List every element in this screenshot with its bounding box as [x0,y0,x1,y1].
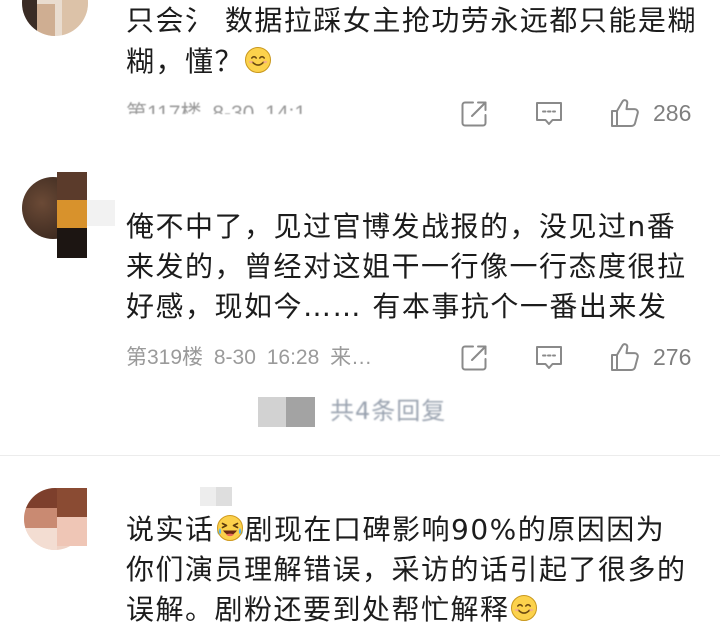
comment-meta: 第117楼 8-30 14:1 [126,101,386,114]
replies-redacted [258,397,286,427]
user-avatar[interactable] [22,0,88,36]
view-replies-label[interactable]: 共4条回复 [330,396,446,426]
comment-text-line: 只会氵 数据拉踩女主抢功劳永远都只能是糊 [126,4,697,37]
divider [0,455,720,456]
avatar-mosaic [57,228,87,258]
comment-text: 只会氵 数据拉踩女主抢功劳永远都只能是糊 糊，懂？ [126,0,720,82]
comment-text-line: 俺不中了，见过官博发战报的，没见过n番 [126,210,677,243]
comment-text: 俺不中了，见过官博发战报的，没见过n番 来发的，曾经对这姐干一行像一行态度很拉 … [126,207,720,327]
comment-text: 说实话 剧现在口碑影响90%的原因因为 你们演员理解错误，采访的话引起了很多的 误… [126,510,720,630]
share-button[interactable] [459,343,489,373]
comment-icon [534,344,564,372]
comment-floor-time: 第319楼 8-30 16:28 来… [126,346,373,369]
like-count: 276 [653,344,692,370]
smile-emoji-icon [510,594,538,622]
avatar-mosaic [57,488,87,517]
like-button[interactable]: 286 [609,97,701,129]
user-avatar[interactable] [22,172,115,258]
avatar-mosaic [57,172,87,200]
share-icon [459,343,489,373]
laugh-cry-emoji-icon [215,513,245,543]
comment-text-line: 来发的，曾经对这姐干一行像一行态度很拉 [126,250,687,283]
thumbs-up-icon [609,341,641,377]
avatar-mosaic [57,517,87,546]
username-redacted [87,200,115,226]
comment-button[interactable] [534,100,564,128]
username-redacted [200,487,232,506]
share-icon [459,99,489,129]
like-count: 286 [653,100,692,126]
avatar-mosaic [57,200,87,228]
comment-text-line: 误解。剧粉还要到处帮忙解释 [126,590,720,630]
comment-text-line: 好感，现如今…… 有本事抗个一番出来发 [126,290,668,323]
comment-text-segment: 说实话 [126,513,215,546]
comment-text-segment: 剧现在口碑影响90%的原因因为 [244,513,666,546]
comment-text-line: 说实话 剧现在口碑影响90%的原因因为 [126,510,720,550]
comment-icon [534,100,564,128]
comment-text-line: 糊，懂？ [126,41,720,82]
comment-text-segment: 糊，懂？ [126,45,245,78]
comment-button[interactable] [534,344,564,372]
comment-text-segment: 误解。剧粉还要到处帮忙解释 [126,593,510,626]
thumbs-up-icon [609,97,641,133]
like-button[interactable]: 276 [609,341,701,373]
share-button[interactable] [459,99,489,129]
replies-redacted [286,397,315,427]
comment-text-line: 你们演员理解错误，采访的话引起了很多的 [126,553,687,586]
avatar-image [22,0,88,36]
smile-emoji-icon [244,46,272,74]
comment-floor-time: 第117楼 8-30 14:1 [126,102,307,114]
user-avatar[interactable] [24,488,88,550]
